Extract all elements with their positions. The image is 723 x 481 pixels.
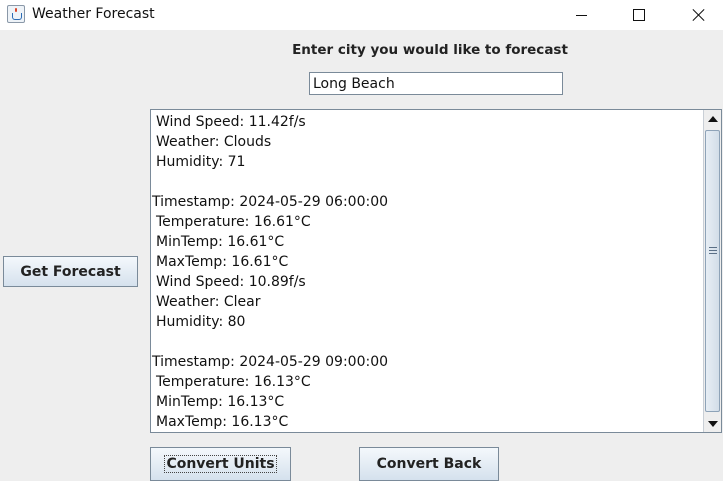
forecast-line: Temperature: 16.13°C (156, 374, 311, 390)
convert-units-label: Convert Units (164, 455, 277, 473)
forecast-line: Humidity: 71 (156, 154, 246, 170)
forecast-line: Wind Speed: 11.42f/s (156, 114, 306, 130)
forecast-line: Timestamp: 2024-05-29 09:00:00 (152, 354, 389, 370)
close-button[interactable] (676, 0, 722, 30)
scroll-thumb[interactable] (705, 130, 720, 412)
grip-icon (709, 247, 717, 255)
forecast-line: Wind Speed: 10.89f/s (156, 274, 306, 290)
forecast-line: MaxTemp: 16.13°C (156, 414, 289, 430)
arrow-down-icon (708, 420, 718, 427)
maximize-button[interactable] (616, 0, 662, 30)
forecast-line: Humidity: 80 (156, 314, 246, 330)
window-title: Weather Forecast (32, 6, 155, 22)
forecast-lines: Wind Speed: 11.42f/s Weather: Clouds Humid… (151, 112, 701, 432)
forecast-text-area[interactable]: Wind Speed: 11.42f/s Weather: Clouds Humid… (150, 109, 722, 433)
arrow-up-icon (708, 115, 718, 122)
get-forecast-label: Get Forecast (20, 263, 121, 280)
minimize-button[interactable] (558, 0, 604, 30)
city-input[interactable] (309, 72, 563, 95)
vertical-scrollbar[interactable] (703, 110, 721, 432)
forecast-line: MaxTemp: 16.61°C (156, 254, 289, 270)
city-prompt-label: Enter city you would like to forecast (292, 42, 568, 58)
title-bar: Weather Forecast (0, 0, 723, 30)
convert-units-button[interactable]: Convert Units (150, 447, 291, 481)
forecast-line: Temperature: 16.61°C (156, 214, 311, 230)
maximize-icon (633, 9, 645, 21)
forecast-line: MinTemp: 16.13°C (156, 394, 285, 410)
forecast-line: MinTemp: 16.61°C (156, 234, 285, 250)
get-forecast-button[interactable]: Get Forecast (3, 256, 138, 287)
close-icon (692, 8, 706, 22)
minimize-icon (575, 14, 587, 16)
scroll-up-button[interactable] (705, 110, 721, 127)
forecast-line: Weather: Clouds (156, 134, 272, 150)
forecast-line: Weather: Clear (156, 294, 261, 310)
convert-back-button[interactable]: Convert Back (359, 447, 499, 481)
java-cup-icon (7, 5, 25, 23)
scroll-down-button[interactable] (705, 415, 721, 432)
forecast-line: Timestamp: 2024-05-29 06:00:00 (152, 194, 389, 210)
convert-back-label: Convert Back (376, 456, 482, 472)
